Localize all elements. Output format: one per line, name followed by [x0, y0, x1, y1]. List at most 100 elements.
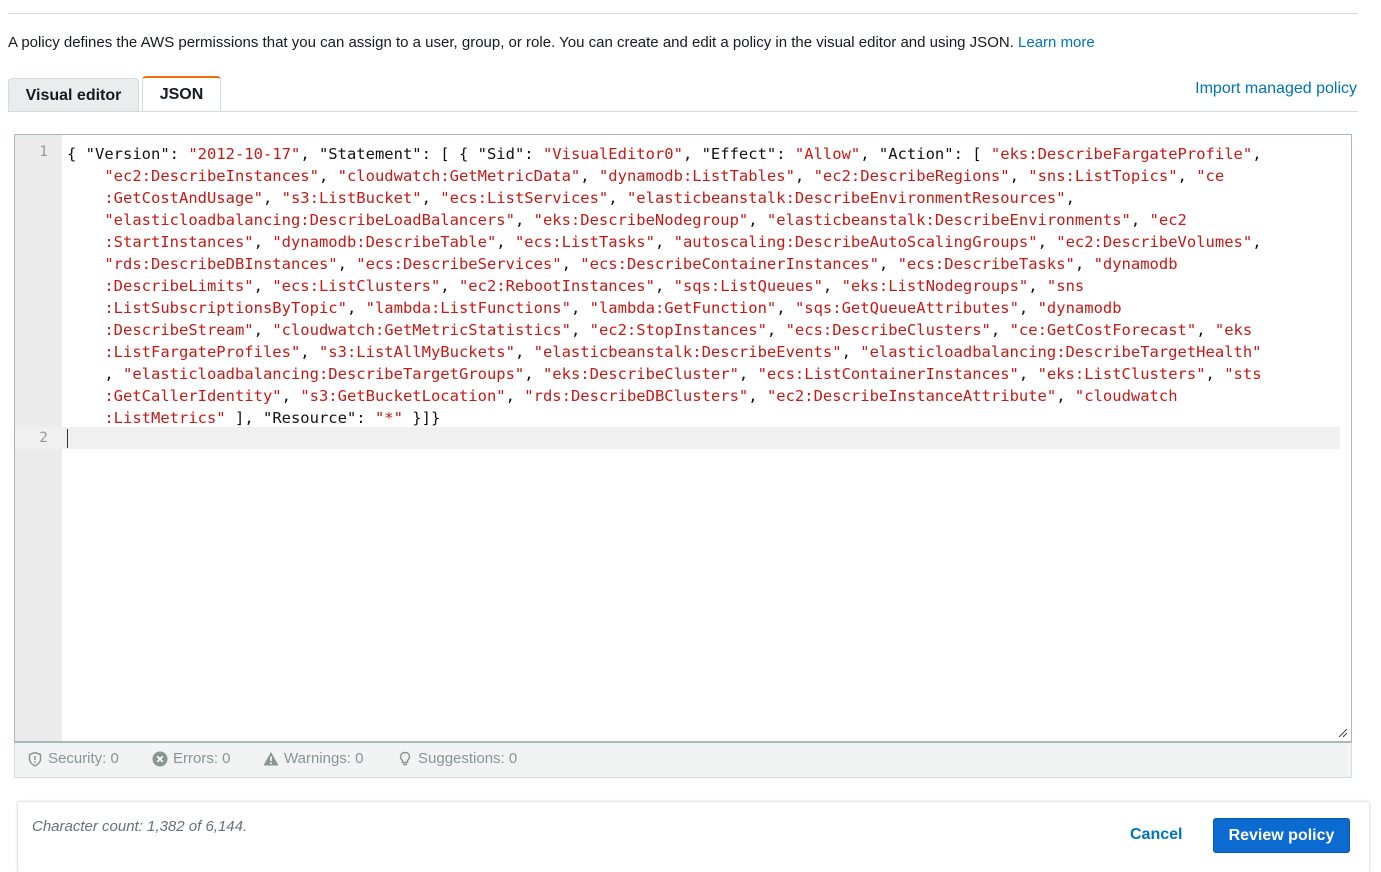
line-number: 2: [39, 430, 48, 446]
code-line: "rds:DescribeDBInstances", "ecs:Describe…: [67, 253, 1339, 275]
code-punctuation-token: , "Statement": [ { "Sid":: [300, 145, 543, 163]
code-punctuation-token: ,: [514, 211, 534, 229]
code-punctuation-token: ,: [1009, 167, 1029, 185]
code-punctuation-token: ,: [1252, 233, 1262, 251]
code-string-token: "cloudwatch:GetMetricStatistics": [272, 321, 571, 339]
code-string-token: "ecs:ListClusters": [272, 277, 441, 295]
code-punctuation-token: ,: [580, 167, 599, 185]
status-suggestions[interactable]: Suggestions: 0: [397, 750, 517, 767]
code-line: "elasticloadbalancing:DescribeLoadBalanc…: [67, 209, 1339, 231]
code-punctuation-token: ,: [738, 365, 758, 383]
status-errors-label: Errors: 0: [173, 750, 231, 767]
code-punctuation-token: ,: [1056, 387, 1075, 405]
code-punctuation-token: ,: [1018, 365, 1038, 383]
json-editor[interactable]: 1 2 { "Version": "2012-10-17", "Statemen…: [14, 134, 1352, 742]
code-string-token: "ce: [1196, 167, 1225, 185]
code-punctuation-token: ,: [1018, 299, 1038, 317]
code-punctuation-token: ,: [524, 365, 543, 383]
code-string-token: "eks:ListNodegroups": [841, 277, 1029, 295]
code-punctuation-token: ,: [281, 387, 301, 405]
character-count: Character count: 1,382 of 6,144.: [32, 818, 248, 835]
code-string-token: "dynamodb:ListTables": [598, 167, 795, 185]
warning-triangle-icon: [263, 751, 279, 765]
tab-json[interactable]: JSON: [142, 76, 221, 112]
code-line: :GetCostAndUsage", "s3:ListBucket", "ecs…: [67, 187, 1339, 209]
code-string-token: :GetCostAndUsage": [104, 189, 263, 207]
code-line: { "Version": "2012-10-17", "Statement": …: [67, 143, 1339, 165]
code-string-token: "*": [374, 409, 403, 427]
code-punctuation-token: ,: [776, 299, 795, 317]
json-code[interactable]: { "Version": "2012-10-17", "Statement": …: [67, 143, 1339, 429]
learn-more-link[interactable]: Learn more: [1018, 34, 1095, 51]
code-punctuation-token: ,: [1065, 189, 1075, 207]
code-line: :StartInstances", "dynamodb:DescribeTabl…: [67, 231, 1339, 253]
code-string-token: "Allow": [794, 145, 861, 163]
code-punctuation-token: ,: [748, 387, 767, 405]
code-string-token: "ecs:DescribeTasks": [897, 255, 1075, 273]
code-string-token: "ecs:ListServices": [440, 189, 609, 207]
code-punctuation-token: ,: [337, 255, 357, 273]
policy-footer: Character count: 1,382 of 6,144. Cancel …: [18, 802, 1369, 872]
code-punctuation-token: ,: [1028, 277, 1047, 295]
code-string-token: "elasticbeanstalk:DescribeEnvironmentRes…: [626, 189, 1066, 207]
description-text: A policy defines the AWS permissions tha…: [8, 34, 1014, 51]
code-punctuation-token: , "Action": [: [860, 145, 991, 163]
top-divider: [8, 13, 1358, 14]
code-punctuation-token: ,: [346, 299, 366, 317]
code-string-token: :ListMetrics": [104, 409, 226, 427]
code-string-token: "lambda:GetFunction": [589, 299, 777, 317]
shield-icon: [28, 751, 42, 767]
code-line: :GetCallerIdentity", "s3:GetBucketLocati…: [67, 385, 1339, 407]
code-string-token: "ecs:DescribeContainerInstances": [580, 255, 879, 273]
status-security-label: Security: 0: [48, 750, 119, 767]
code-punctuation-token: ,: [300, 343, 319, 361]
code-punctuation-token: ,: [1177, 167, 1197, 185]
tab-visual-editor[interactable]: Visual editor: [8, 78, 139, 112]
code-string-token: "ec2:DescribeVolumes": [1056, 233, 1253, 251]
code-punctuation-token: [67, 167, 104, 185]
code-punctuation-token: ,: [608, 189, 627, 207]
code-string-token: "sns: [1046, 277, 1085, 295]
status-errors[interactable]: Errors: 0: [152, 750, 231, 767]
code-string-token: "elasticloadbalancing:DescribeLoadBalanc…: [104, 211, 515, 229]
code-punctuation-token: ,: [253, 321, 273, 339]
code-string-token: "elasticloadbalancing:DescribeTargetHeal…: [860, 343, 1262, 361]
code-punctuation-token: ,: [421, 189, 441, 207]
cancel-button[interactable]: Cancel: [1130, 826, 1182, 844]
review-policy-button[interactable]: Review policy: [1213, 818, 1350, 853]
code-punctuation-token: ,: [990, 321, 1010, 339]
code-string-token: "cloudwatch:GetMetricData": [337, 167, 581, 185]
error-circle-icon: [152, 751, 168, 766]
code-punctuation-token: [67, 343, 104, 361]
code-string-token: "dynamodb: [1037, 299, 1122, 317]
code-string-token: "sns:ListTopics": [1028, 167, 1178, 185]
code-punctuation-token: [67, 255, 104, 273]
code-punctuation-token: [67, 409, 104, 427]
code-string-token: "lambda:ListFunctions": [365, 299, 571, 317]
code-punctuation-token: ,: [748, 211, 767, 229]
code-string-token: "ec2:DescribeInstanceAttribute": [766, 387, 1057, 405]
code-punctuation-token: ,: [822, 277, 842, 295]
code-string-token: "eks:DescribeCluster": [542, 365, 739, 383]
code-line: :DescribeStream", "cloudwatch:GetMetricS…: [67, 319, 1339, 341]
code-punctuation-token: [67, 189, 104, 207]
code-punctuation-token: [67, 211, 104, 229]
code-line: "ec2:DescribeInstances", "cloudwatch:Get…: [67, 165, 1339, 187]
code-punctuation-token: ,: [1205, 365, 1225, 383]
code-punctuation-token: ,: [1252, 145, 1262, 163]
import-managed-policy-link[interactable]: Import managed policy: [1195, 80, 1357, 98]
resize-handle-icon[interactable]: [1338, 728, 1348, 738]
status-warnings[interactable]: Warnings: 0: [263, 750, 363, 767]
code-string-token: "elasticloadbalancing:DescribeTargetGrou…: [123, 365, 525, 383]
status-security[interactable]: Security: 0: [27, 750, 119, 767]
code-punctuation-token: [67, 387, 104, 405]
code-punctuation-token: }]}: [402, 409, 441, 427]
code-string-token: "2012-10-17": [188, 145, 301, 163]
code-string-token: "eks:DescribeNodegroup": [533, 211, 749, 229]
code-punctuation-token: ,: [654, 233, 674, 251]
code-string-token: "cloudwatch: [1074, 387, 1178, 405]
code-punctuation-token: ,: [440, 277, 459, 295]
code-string-token: "rds:DescribeDBInstances": [104, 255, 338, 273]
code-string-token: "ec2:StopInstances": [589, 321, 767, 339]
code-string-token: :DescribeLimits": [104, 277, 254, 295]
